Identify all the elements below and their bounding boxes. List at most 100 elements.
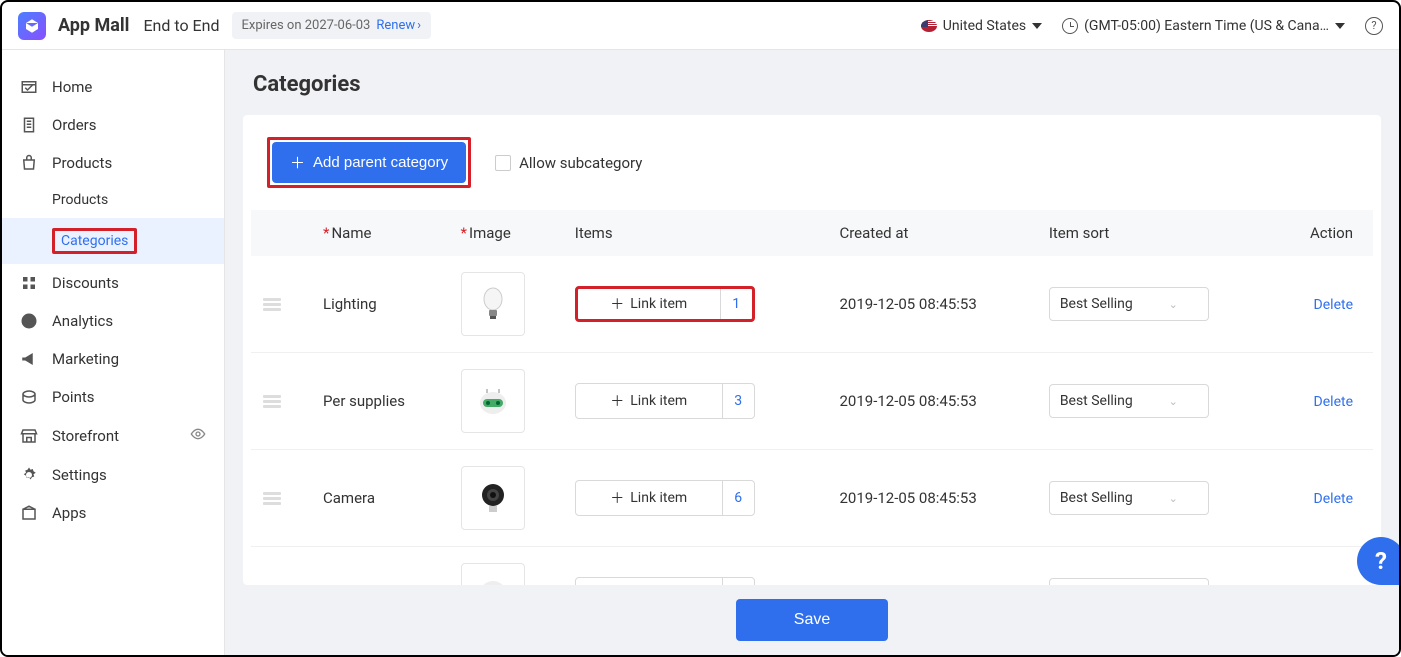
home-icon — [20, 78, 38, 96]
sidebar-item-label: Home — [52, 78, 92, 96]
country-selector[interactable]: United States — [921, 18, 1042, 34]
add-parent-category-button[interactable]: ＋ Add parent category — [272, 142, 466, 183]
cell-created: 2019-12-05 08:45:53 — [827, 547, 1036, 586]
table-row: Per supplies ＋Link item3 2019-12-05 08:45:… — [251, 353, 1373, 450]
chevron-down-icon: ⌄ — [1169, 492, 1178, 505]
app-name: App Mall — [58, 15, 129, 36]
discounts-icon — [20, 274, 38, 292]
col-created: Created at — [827, 210, 1036, 256]
sidebar-item-label: Settings — [52, 466, 107, 484]
item-sort-select[interactable]: Best Selling⌄ — [1049, 384, 1209, 418]
sidebar-item-marketing[interactable]: Marketing — [2, 340, 224, 378]
drag-handle-icon[interactable] — [263, 492, 283, 505]
orders-icon — [20, 116, 38, 134]
cell-name: Camera — [311, 450, 449, 547]
sidebar-item-discounts[interactable]: Discounts — [2, 264, 224, 302]
cell-name: Lighting — [311, 256, 449, 353]
sidebar-item-home[interactable]: Home — [2, 68, 224, 106]
points-icon — [20, 388, 38, 406]
marketing-icon — [20, 350, 38, 368]
col-sort: Item sort — [1037, 210, 1276, 256]
sidebar-item-settings[interactable]: Settings — [2, 456, 224, 494]
floating-help-button[interactable]: ? — [1357, 537, 1401, 585]
cell-created: 2019-12-05 08:45:53 — [827, 353, 1036, 450]
col-items: Items — [563, 210, 828, 256]
category-image[interactable] — [461, 272, 525, 336]
category-image[interactable] — [461, 369, 525, 433]
sidebar-item-label: Analytics — [52, 312, 113, 330]
sidebar-item-categories[interactable]: Categories — [2, 218, 224, 264]
table-row: Camera＋Link item62019-12-05 08:45:53Best… — [251, 450, 1373, 547]
item-sort-select[interactable]: Best Selling⌄ — [1049, 481, 1209, 515]
delete-link[interactable]: Delete — [1314, 394, 1353, 410]
products-icon — [20, 154, 38, 172]
renew-link[interactable]: Renew › — [376, 18, 421, 33]
item-sort-select[interactable]: Best Selling⌄ — [1049, 287, 1209, 321]
app-subtitle: End to End — [143, 16, 219, 35]
eye-icon[interactable] — [190, 426, 206, 446]
apps-icon — [20, 504, 38, 522]
sidebar: Home Orders Products Products Categories Disc… — [2, 50, 225, 655]
category-image[interactable] — [461, 563, 525, 585]
save-button[interactable]: Save — [736, 599, 888, 641]
plus-icon: ＋ — [290, 152, 305, 173]
plus-icon: ＋ — [610, 294, 624, 314]
add-parent-highlight: ＋ Add parent category — [267, 137, 471, 188]
sidebar-item-points[interactable]: Points — [2, 378, 224, 416]
sidebar-item-label: Orders — [52, 116, 97, 134]
help-icon[interactable]: ? — [1365, 17, 1383, 35]
chevron-down-icon: ⌄ — [1169, 298, 1178, 311]
sidebar-item-analytics[interactable]: Analytics — [2, 302, 224, 340]
content-card: ＋ Add parent category Allow subcategory — [243, 115, 1381, 585]
sidebar-item-apps[interactable]: Apps — [2, 494, 224, 532]
link-item-button[interactable]: ＋Link item1 — [575, 286, 755, 322]
link-item-button[interactable]: ＋Link item6 — [575, 480, 755, 516]
app-logo-icon — [18, 12, 46, 40]
checkbox-icon — [495, 155, 511, 171]
storefront-icon — [20, 427, 38, 445]
sidebar-item-products[interactable]: Products — [2, 182, 224, 218]
col-action: Action — [1276, 210, 1373, 256]
clock-icon — [1062, 18, 1078, 34]
expiry-label: Expires on 2027-06-03 — [242, 18, 371, 33]
link-item-count: 10 — [722, 578, 754, 585]
caret-down-icon — [1032, 23, 1042, 29]
flag-icon — [921, 20, 937, 32]
link-item-count: 6 — [722, 481, 754, 515]
sidebar-item-label: Discounts — [52, 274, 119, 292]
chevron-down-icon: ⌄ — [1169, 395, 1178, 408]
footer-bar: Save — [225, 585, 1399, 655]
timezone-selector[interactable]: (GMT-05:00) Eastern Time (US & Cana… — [1062, 18, 1345, 34]
cell-name: Security — [311, 547, 449, 586]
table-row: Lighting ＋Link item1 2019-12-05 08:45:53 Be… — [251, 256, 1373, 353]
delete-link[interactable]: Delete — [1314, 491, 1353, 507]
cell-name: Per supplies — [311, 353, 449, 450]
plus-icon: ＋ — [610, 488, 624, 508]
chevron-right-icon: › — [417, 18, 421, 33]
app-header: App Mall End to End Expires on 2027-06-0… — [2, 2, 1399, 50]
drag-handle-icon[interactable] — [263, 298, 283, 311]
delete-link[interactable]: Delete — [1314, 297, 1353, 313]
sidebar-item-storefront[interactable]: Storefront — [2, 416, 224, 456]
categories-table: *Name *Image Items Created at Item sort … — [251, 210, 1373, 585]
analytics-icon — [20, 312, 38, 330]
expiry-pill: Expires on 2027-06-03 Renew › — [232, 12, 432, 39]
item-sort-select[interactable]: Best Selling⌄ — [1049, 578, 1209, 585]
category-image[interactable] — [461, 466, 525, 530]
sidebar-item-orders[interactable]: Orders — [2, 106, 224, 144]
cell-created: 2019-12-05 08:45:53 — [827, 256, 1036, 353]
allow-subcategory-checkbox[interactable]: Allow subcategory — [495, 154, 642, 172]
link-item-count: 1 — [720, 289, 752, 319]
sidebar-item-label: Storefront — [52, 427, 119, 445]
sidebar-item-label: Apps — [52, 504, 86, 522]
sidebar-item-products[interactable]: Products — [2, 144, 224, 182]
sidebar-item-label: Points — [52, 388, 95, 406]
sidebar-item-label: Categories — [61, 233, 128, 249]
link-item-button[interactable]: ＋Link item10 — [575, 577, 755, 585]
sidebar-item-label: Products — [52, 154, 112, 172]
drag-handle-icon[interactable] — [263, 395, 283, 408]
toolbar: ＋ Add parent category Allow subcategory — [243, 115, 1381, 210]
link-item-button[interactable]: ＋Link item3 — [575, 383, 755, 419]
sidebar-item-label: Products — [52, 192, 108, 208]
page-title: Categories — [225, 50, 1399, 115]
